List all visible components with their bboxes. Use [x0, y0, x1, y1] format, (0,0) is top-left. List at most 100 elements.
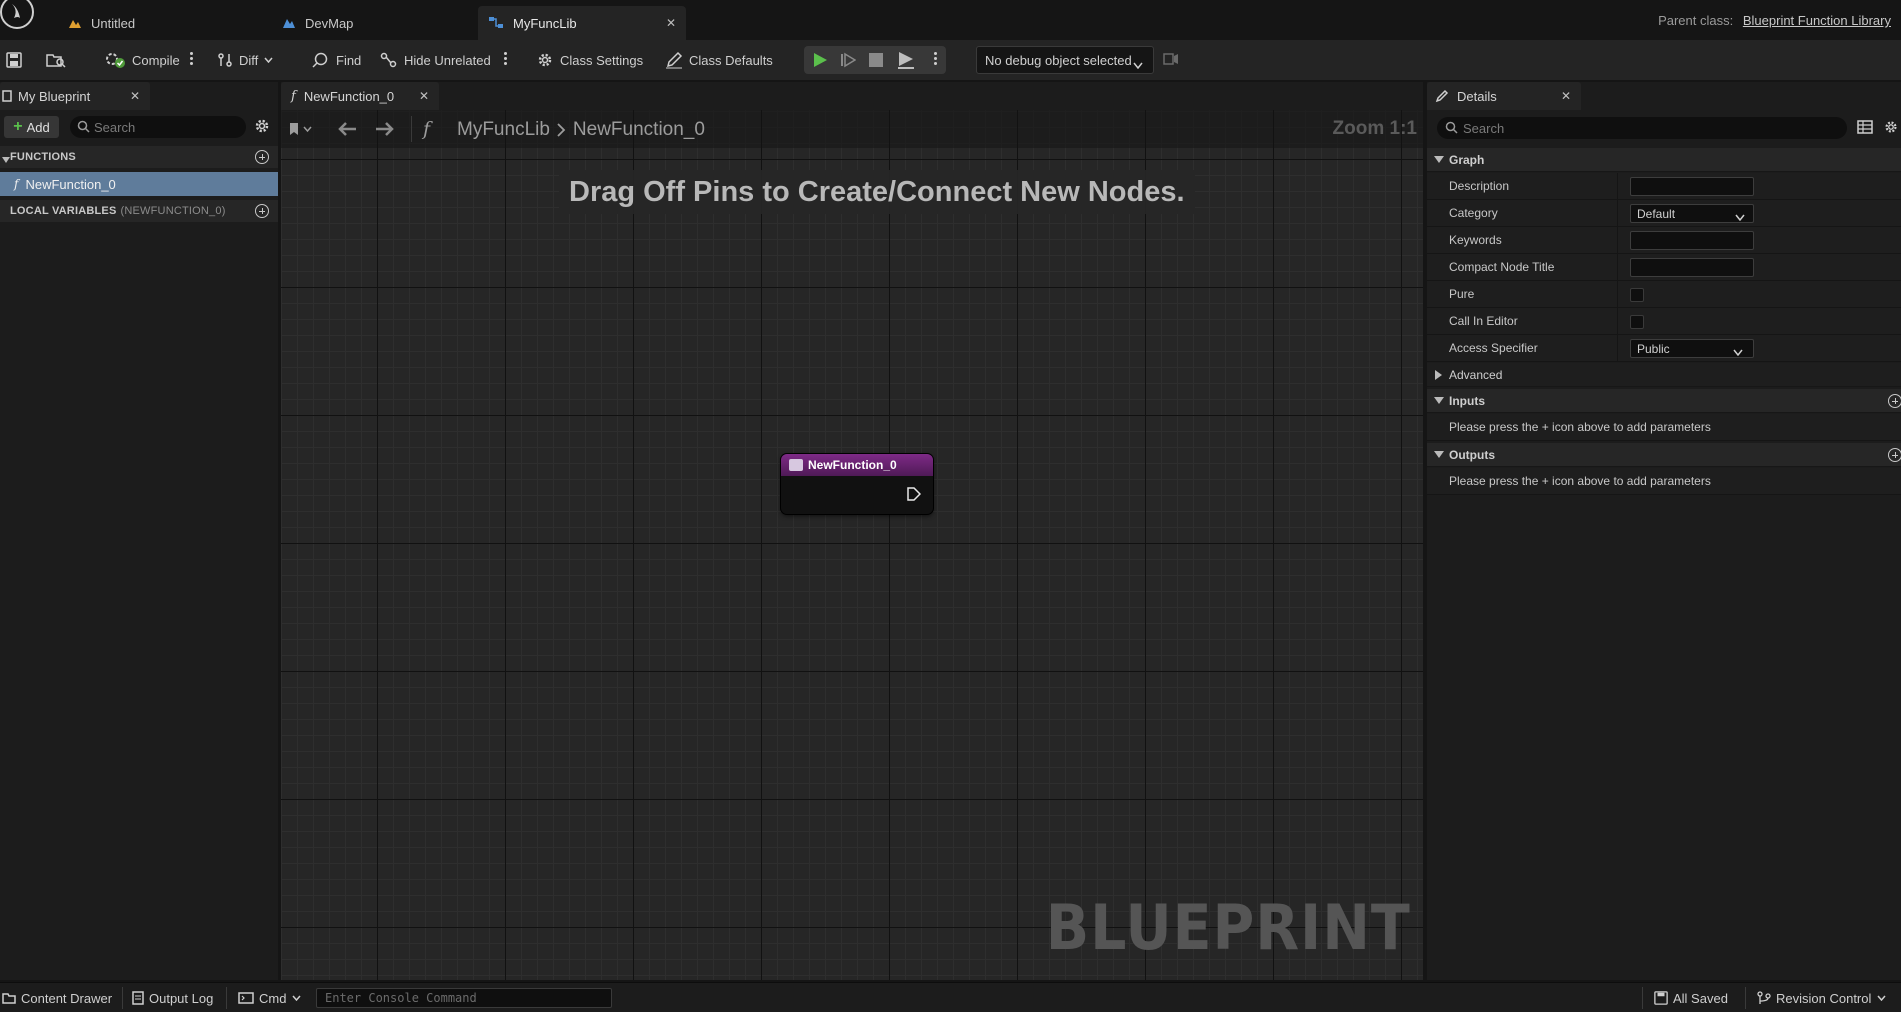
revision-control-button[interactable]: Revision Control: [1757, 989, 1891, 1007]
add-function-icon[interactable]: [255, 150, 269, 164]
graph-category-label: Graph: [1449, 152, 1485, 167]
doc-tab-untitled[interactable]: Untitled: [58, 6, 272, 40]
add-input-icon[interactable]: [1888, 394, 1901, 408]
inputs-category-label: Inputs: [1449, 393, 1485, 408]
search-input[interactable]: Search: [70, 116, 246, 138]
graph-category-header[interactable]: Graph: [1427, 148, 1901, 172]
pure-label: Pure: [1449, 287, 1475, 301]
access-specifier-row: Access Specifier Public: [1427, 335, 1901, 362]
debug-filter-icon[interactable]: [1163, 51, 1179, 70]
function-item[interactable]: f NewFunction_0: [0, 172, 278, 196]
toolbar: Compile Diff Find Hide Unrelated Class S…: [0, 40, 1901, 80]
save-button[interactable]: [6, 48, 28, 72]
back-arrow-icon[interactable]: [337, 121, 357, 140]
tab-my-blueprint[interactable]: My Blueprint ✕: [0, 82, 150, 110]
close-icon[interactable]: ✕: [1561, 89, 1571, 103]
all-saved-button[interactable]: All Saved: [1654, 989, 1728, 1007]
row-splitter[interactable]: [1617, 281, 1618, 308]
class-defaults-button[interactable]: Class Defaults: [665, 48, 773, 72]
row-splitter[interactable]: [1617, 254, 1618, 281]
compact-node-title-field[interactable]: [1630, 258, 1754, 277]
call-in-editor-row: Call In Editor: [1427, 308, 1901, 335]
keywords-field[interactable]: [1630, 231, 1754, 250]
collapse-triangle-icon: [2, 154, 10, 166]
row-splitter[interactable]: [1617, 308, 1618, 335]
outputs-category-header[interactable]: Outputs: [1427, 443, 1901, 467]
find-button[interactable]: Find: [312, 48, 361, 72]
settings-gear-icon[interactable]: [1883, 119, 1899, 138]
diff-button[interactable]: Diff: [217, 48, 279, 72]
play-icon[interactable]: [812, 52, 828, 71]
call-in-editor-checkbox[interactable]: [1630, 315, 1644, 329]
breadcrumb-item[interactable]: MyFuncLib: [457, 119, 550, 141]
category-value: Default: [1637, 206, 1676, 221]
breadcrumb-item[interactable]: NewFunction_0: [573, 119, 705, 141]
compile-button[interactable]: Compile: [104, 48, 180, 72]
graph-hint: Drag Off Pins to Create/Connect New Node…: [559, 170, 1195, 214]
graph-canvas[interactable]: f MyFuncLib NewFunction_0 Zoom 1:1 Drag …: [281, 110, 1423, 980]
chevron-down-icon: [1735, 210, 1745, 224]
hide-unrelated-button[interactable]: Hide Unrelated: [380, 48, 491, 72]
description-field[interactable]: [1630, 177, 1754, 196]
function-item-label: NewFunction_0: [25, 176, 116, 192]
hide-unrelated-icon: [380, 52, 398, 68]
category-combo[interactable]: Default: [1630, 204, 1754, 223]
compile-label: Compile: [132, 52, 180, 68]
step-icon[interactable]: [840, 52, 857, 71]
close-icon[interactable]: ✕: [666, 16, 676, 30]
row-splitter[interactable]: [1617, 335, 1618, 362]
graph-nav-bar: f MyFuncLib NewFunction_0 Zoom 1:1: [281, 110, 1423, 148]
tab-details[interactable]: Details ✕: [1427, 82, 1581, 110]
output-log-label: Output Log: [149, 990, 214, 1006]
hide-unrelated-options-icon[interactable]: [502, 50, 508, 70]
functions-section-header[interactable]: FUNCTIONS: [0, 146, 278, 168]
close-icon[interactable]: ✕: [130, 89, 140, 103]
parent-class-link[interactable]: Blueprint Function Library: [1743, 13, 1891, 28]
class-defaults-label: Class Defaults: [689, 52, 773, 68]
bookmark-icon[interactable]: [289, 122, 313, 139]
doc-tab-myfunclib[interactable]: MyFuncLib ✕: [478, 6, 686, 40]
advanced-category-header[interactable]: Advanced: [1427, 363, 1901, 387]
browse-button[interactable]: [46, 48, 72, 72]
local-variables-section-header[interactable]: LOCAL VARIABLES (NEWFUNCTION_0): [0, 200, 278, 222]
function-entry-node[interactable]: NewFunction_0: [781, 454, 933, 514]
add-variable-icon[interactable]: [255, 204, 269, 218]
details-search-input[interactable]: Search: [1437, 117, 1847, 139]
status-divider: [226, 987, 227, 1009]
edit-icon: [665, 51, 683, 69]
unreal-logo-icon[interactable]: [0, 0, 38, 30]
zoom-level: Zoom 1:1: [1332, 118, 1417, 139]
output-log-button[interactable]: Output Log: [132, 989, 213, 1007]
debug-object-select[interactable]: No debug object selected: [976, 46, 1154, 74]
compile-options-icon[interactable]: [188, 50, 194, 70]
play-options-icon[interactable]: [932, 50, 938, 70]
inputs-category-header[interactable]: Inputs: [1427, 389, 1901, 413]
search-icon: [77, 120, 90, 136]
row-splitter[interactable]: [1617, 227, 1618, 254]
chevron-down-icon: [1733, 345, 1743, 359]
settings-gear-icon[interactable]: [253, 117, 271, 138]
console-command-input[interactable]: Enter Console Command: [316, 988, 612, 1008]
collapse-triangle-icon: [1434, 397, 1444, 404]
row-splitter[interactable]: [1617, 173, 1618, 200]
pure-checkbox[interactable]: [1630, 288, 1644, 302]
tab-newfunction[interactable]: f NewFunction_0 ✕: [281, 82, 439, 110]
forward-arrow-icon[interactable]: [375, 121, 395, 140]
collapse-triangle-icon: [1434, 156, 1444, 163]
stop-icon[interactable]: [869, 53, 883, 70]
eject-icon[interactable]: [896, 50, 916, 73]
table-view-icon[interactable]: [1857, 120, 1873, 137]
class-settings-button[interactable]: Class Settings: [536, 48, 643, 72]
status-bar: Content Drawer Output Log Cmd Enter Cons…: [0, 982, 1901, 1012]
close-icon[interactable]: ✕: [419, 89, 429, 103]
content-drawer-button[interactable]: Content Drawer: [2, 989, 112, 1007]
exec-pin-icon[interactable]: [907, 487, 922, 504]
add-button[interactable]: + Add: [4, 116, 59, 138]
access-specifier-combo[interactable]: Public: [1630, 339, 1754, 358]
details-panel: Details ✕ Search Graph Description Categ…: [1427, 82, 1901, 980]
nav-divider: [411, 116, 412, 142]
doc-tab-devmap[interactable]: DevMap: [272, 6, 478, 40]
add-output-icon[interactable]: [1888, 448, 1901, 462]
row-splitter[interactable]: [1617, 200, 1618, 227]
cmd-button[interactable]: Cmd: [238, 989, 306, 1007]
